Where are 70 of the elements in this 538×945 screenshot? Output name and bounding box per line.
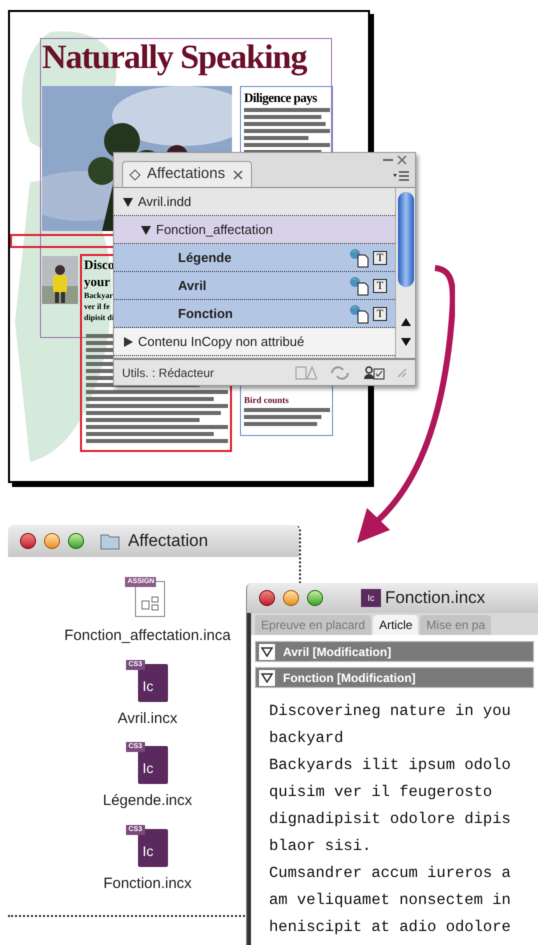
user-label: Utils. : Rédacteur [122,364,214,382]
linked-document-icon [349,304,369,324]
tree-label: Fonction [178,304,233,323]
close-light[interactable] [20,533,36,549]
headline: Naturally Speaking [42,38,306,78]
file-name[interactable]: Légende.incx [102,790,192,812]
story-bar[interactable]: Avril [Modification] [255,641,534,662]
story-text-line: Discoverineg nature in you [269,701,512,722]
scroll-up-icon[interactable] [400,318,410,326]
tree-label: Fonction_affectation [156,220,273,239]
panel-tab[interactable]: Affectations [122,161,252,187]
linked-document-icon [349,248,369,268]
story-text-line: Backyards ilit ipsum odolo [269,755,512,776]
scroll-thumb[interactable] [398,192,414,287]
sidebar-heading: Diligence pays [244,89,317,107]
tree-row[interactable]: Fonction T [114,300,395,328]
linked-document-icon [349,276,369,296]
disclosure-icon[interactable] [122,196,134,208]
window-title: Fonction.incx [385,587,486,610]
story-heading: your [84,273,111,290]
file-name[interactable]: Fonction_affectation.inca [64,625,231,648]
close-icon[interactable] [397,155,407,165]
collapse-icon[interactable] [261,646,273,656]
text-frame-icon: T [373,306,387,320]
story-text: ver il fe [84,301,111,312]
tree-row[interactable]: Légende T [114,244,395,272]
story-text-line: quisim ver il feugerosto [269,782,494,803]
story-text-line: heniscipit at adio odolore [269,917,512,938]
minimize-light[interactable] [283,590,299,606]
resize-grip-icon[interactable] [397,368,407,378]
window-title: Affectation [128,530,208,552]
tab-handle-icon [129,168,141,180]
zoom-light[interactable] [307,590,323,606]
incopy-logo-icon: Ic [361,589,381,607]
tree-row[interactable]: Avril.indd [114,188,395,216]
tree-label: Avril [178,276,206,295]
tree-row[interactable]: Fonction_affectation [114,216,395,244]
tree-row[interactable]: Contenu InCopy non attribué [114,328,395,356]
story-text-line: am veliquamet nonsectem in [269,890,512,911]
folder-icon [100,532,120,550]
tree-label: Légende [178,248,232,267]
view-tab[interactable]: Article [373,615,418,635]
scroll-down-icon[interactable] [400,338,410,346]
text-frame-icon: T [373,278,387,292]
story-text-line: Cumsandrer accum iureros a [269,863,512,884]
story-text: Backyar [84,290,114,301]
text-frame-icon: T [373,250,387,264]
disclosure-icon[interactable] [140,224,152,236]
story-heading: Disco [84,256,114,273]
tree-row[interactable]: Avril T [114,272,395,300]
tree-label: Contenu InCopy non attribué [138,332,304,351]
check-out-icon[interactable] [363,364,385,380]
panel-menu-icon[interactable] [393,171,409,181]
collapse-icon[interactable] [261,672,273,682]
minimize-icon[interactable] [383,159,393,163]
story-text-line: dignadipisit odolore dipis [269,809,512,830]
story-text-line: backyard [269,728,344,749]
tree-label: Avril.indd [138,192,192,211]
caption-heading: Bird counts [244,394,289,407]
story-text-line: blaor sisi. [269,836,372,857]
zoom-light[interactable] [68,533,84,549]
minimize-light[interactable] [44,533,60,549]
scrollbar[interactable] [395,188,415,358]
close-icon[interactable] [233,170,244,180]
close-light[interactable] [259,590,275,606]
story-title: Fonction [Modification] [283,670,416,686]
story-title: Avril [Modification] [283,644,392,660]
file-name[interactable]: Avril.incx [118,708,178,730]
story-bar[interactable]: Fonction [Modification] [255,667,534,688]
file-name[interactable]: Fonction.incx [103,872,192,895]
